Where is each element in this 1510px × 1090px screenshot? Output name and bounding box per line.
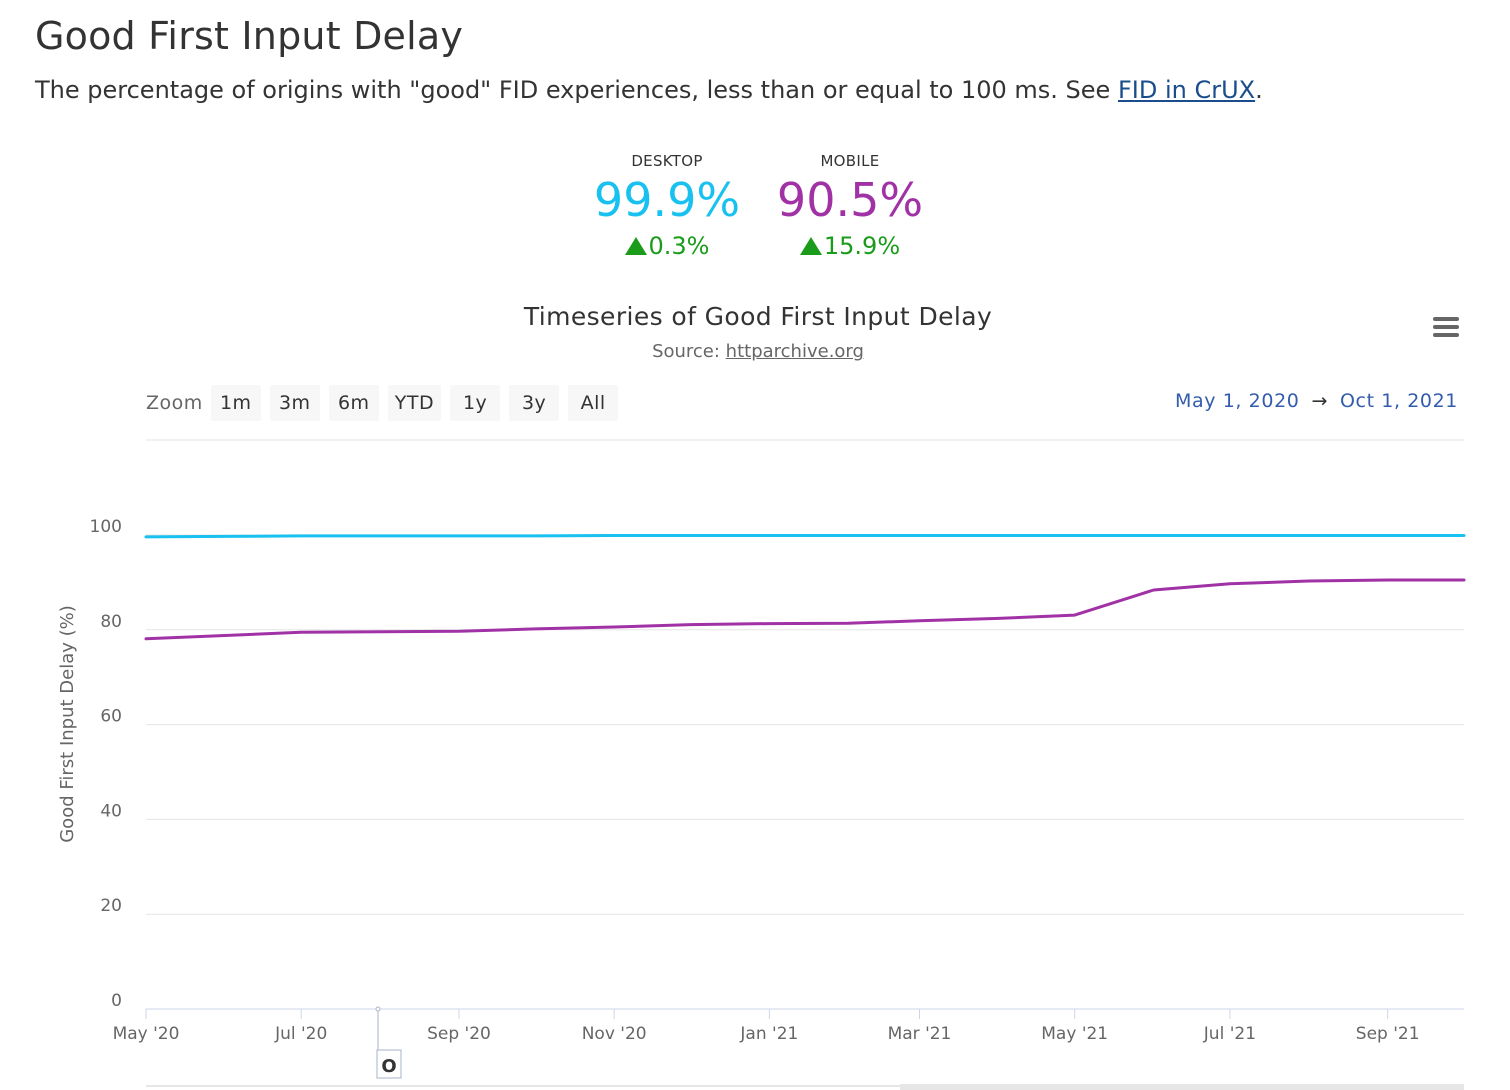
x-tick-label: Sep '21 bbox=[1356, 1024, 1420, 1044]
y-tick-label: 60 bbox=[100, 707, 122, 727]
x-tick-label: Jul '20 bbox=[274, 1024, 327, 1044]
timeseries-chart: 0 20 40 60 80 100 May '20 Jul '20 Sep '20 Nov '20… bbox=[57, 439, 1466, 1090]
navigator: O bbox=[146, 1006, 1464, 1090]
x-tick-label: May '20 bbox=[113, 1024, 180, 1044]
y-axis-title: Good First Input Delay (%) bbox=[57, 605, 78, 843]
y-tick-label: 0 bbox=[111, 991, 122, 1011]
x-tick-label: Jul '21 bbox=[1203, 1024, 1256, 1044]
navigator-flag-label: O bbox=[381, 1056, 396, 1077]
grid bbox=[146, 439, 1464, 915]
x-tick-label: May '21 bbox=[1041, 1024, 1108, 1044]
axes: 0 20 40 60 80 100 May '20 Jul '20 Sep '20 Nov '20… bbox=[57, 517, 1464, 1044]
y-tick-label: 80 bbox=[100, 612, 122, 632]
y-tick-label: 100 bbox=[90, 517, 122, 537]
series bbox=[144, 534, 1466, 641]
navigator-flag-dot bbox=[375, 1006, 381, 1012]
x-tick-label: Mar '21 bbox=[888, 1024, 952, 1044]
y-tick-label: 20 bbox=[100, 896, 122, 916]
y-tick-label: 40 bbox=[100, 801, 122, 821]
x-tick-label: Jan '21 bbox=[739, 1024, 798, 1044]
x-tick-label: Sep '20 bbox=[427, 1024, 491, 1044]
navigator-scrollbar[interactable] bbox=[900, 1084, 1464, 1090]
x-tick-label: Nov '20 bbox=[582, 1024, 647, 1044]
series-line-desktop bbox=[144, 534, 1466, 539]
